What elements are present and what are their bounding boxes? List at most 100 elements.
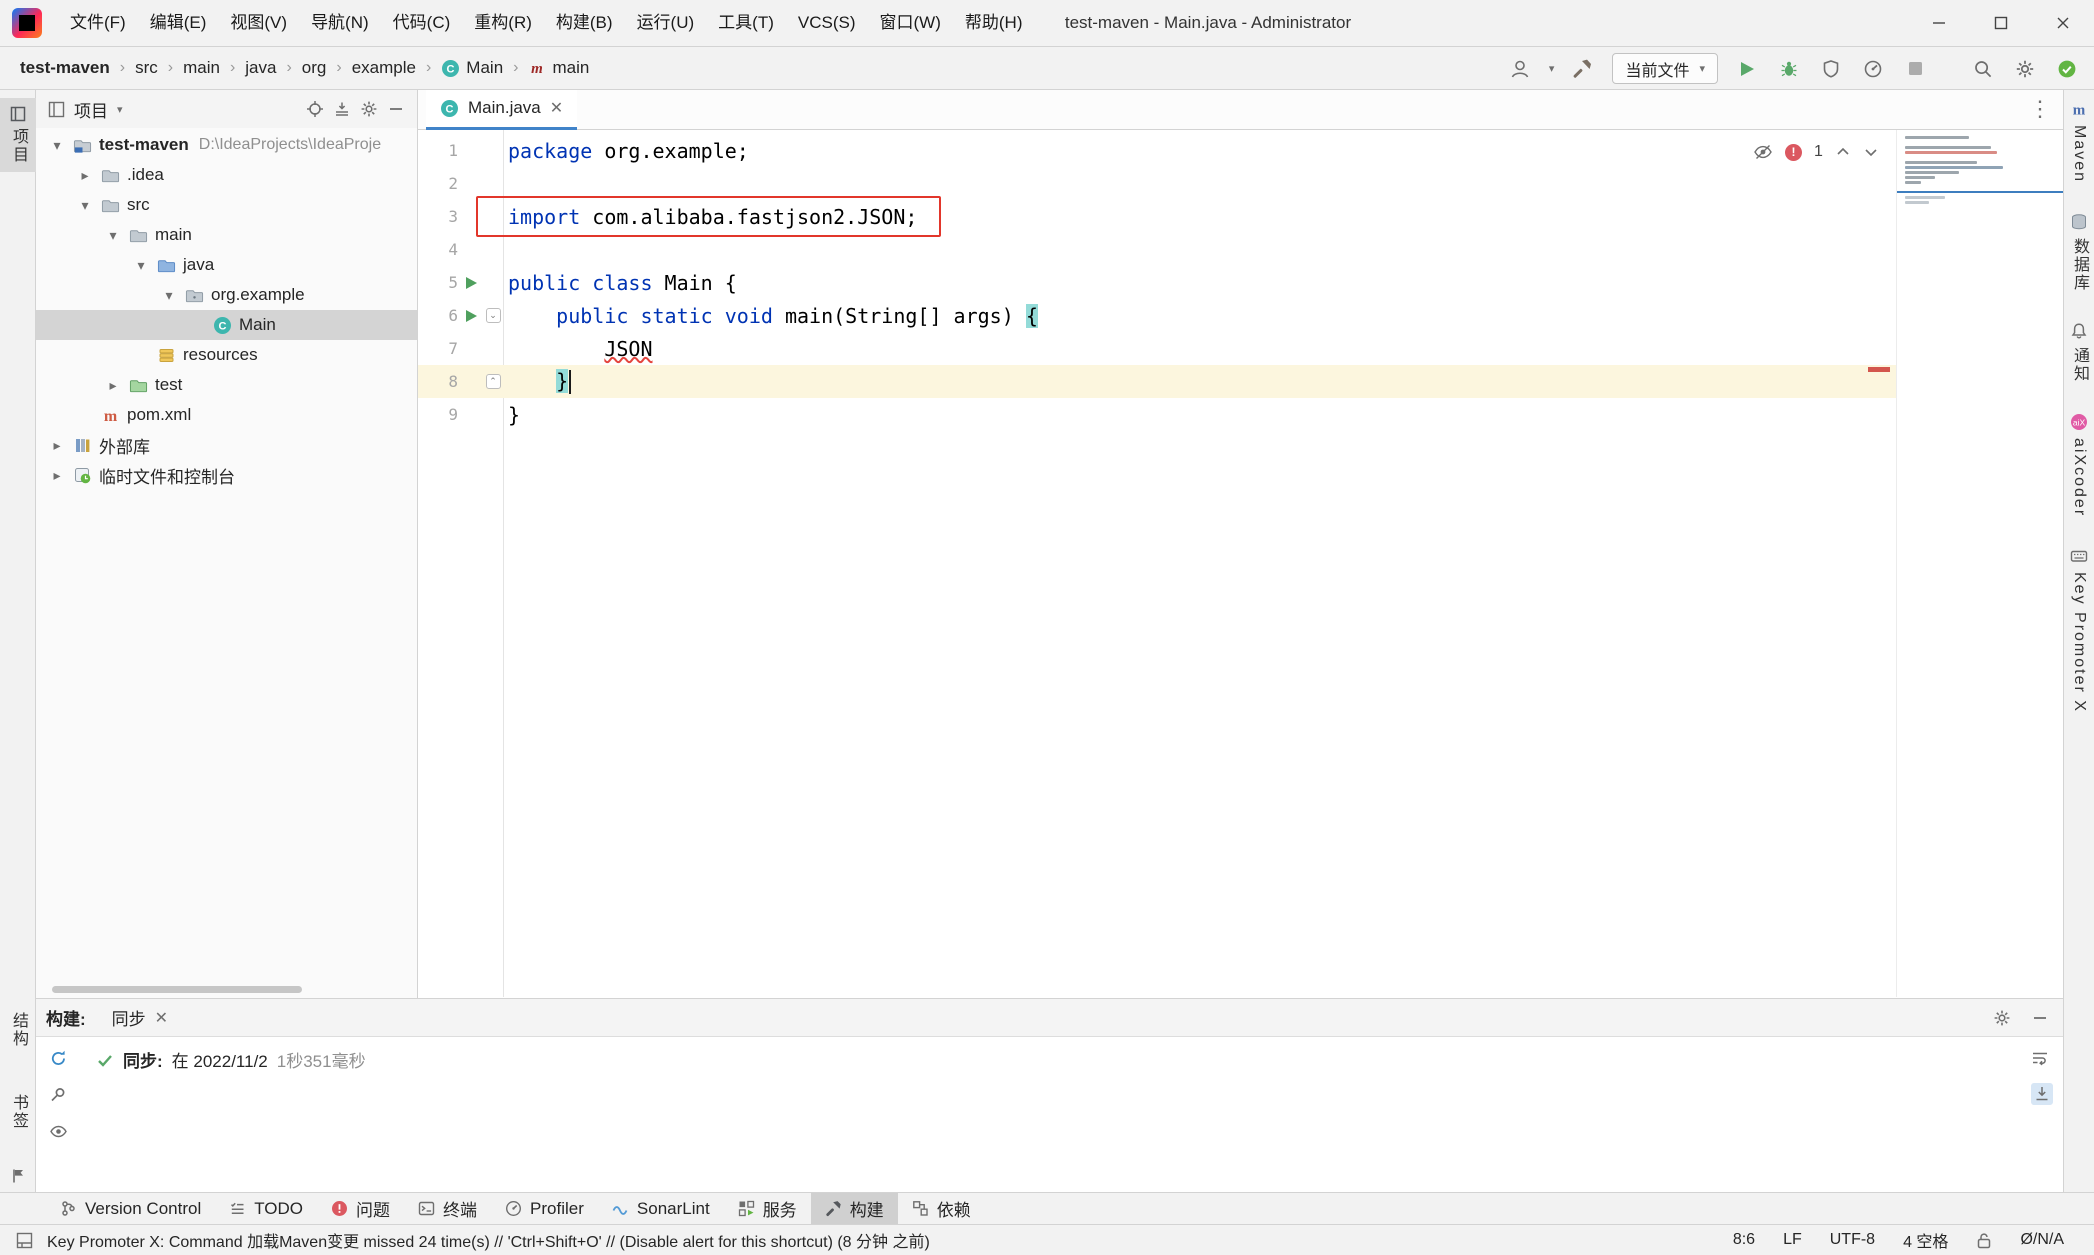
breadcrumb-item-test-maven[interactable]: test-maven [18,56,112,80]
menu-b[interactable]: 构建(B) [544,0,625,46]
code-line-1[interactable]: 1package org.example; [418,134,1896,167]
close-icon[interactable] [2032,0,2094,46]
code-line-3[interactable]: 3import com.alibaba.fastjson2.JSON; [418,200,1896,233]
tool-window-switcher-icon[interactable] [16,1232,33,1249]
inspect-eye-icon[interactable] [49,1122,68,1141]
chevron-right-icon[interactable]: ▸ [72,167,98,184]
tool-window-button-SonarLint[interactable]: SonarLint [598,1193,724,1224]
ide-update-status-icon[interactable] [2054,56,2080,82]
bookmark-flag-icon[interactable] [11,1168,26,1184]
build-hammer-icon[interactable] [1570,56,1596,82]
editor-body[interactable]: 1package org.example; 2 3import com.alibab… [418,130,2063,997]
line-number[interactable]: 9 [418,405,458,424]
tool-window-button-Key Promoter X[interactable]: Key Promoter X [2070,547,2088,713]
chevron-right-icon[interactable]: ▸ [100,377,126,394]
line-number[interactable]: 6 [418,306,458,325]
settings-gear-icon[interactable] [2012,56,2038,82]
tree-item-resources[interactable]: resources [36,340,417,370]
user-dropdown-arrow-icon[interactable]: ▾ [1549,62,1555,75]
run-configuration-select[interactable]: 当前文件 ▾ [1612,53,1718,84]
menu-h[interactable]: 帮助(H) [953,0,1035,46]
code-line-6[interactable]: 6⌄ public static void main(String[] args… [418,299,1896,332]
tree-item-Main[interactable]: CMain [36,310,417,340]
chevron-down-icon[interactable]: ▾ [72,197,98,214]
run-gutter-icon[interactable] [458,308,484,324]
line-number[interactable]: 3 [418,207,458,226]
build-settings-gear-icon[interactable] [1993,1009,2011,1027]
breadcrumb-item-main[interactable]: mmain [526,56,591,80]
line-number[interactable]: 7 [418,339,458,358]
fold-marker-icon[interactable]: ⌃ [484,374,502,389]
tree-item-org.example[interactable]: ▾org.example [36,280,417,310]
chevron-down-icon[interactable]: ▾ [128,257,154,274]
breadcrumb-item-main[interactable]: main [181,56,222,80]
build-status-row[interactable]: 同步: 在 2022/11/2 1秒351毫秒 [80,1037,396,1072]
breadcrumb-item-java[interactable]: java [243,56,278,80]
hide-tool-window-icon[interactable] [387,100,405,118]
user-account-icon[interactable] [1507,56,1533,82]
menu-f[interactable]: 文件(F) [58,0,138,46]
pin-icon[interactable] [49,1086,67,1104]
menu-w[interactable]: 窗口(W) [868,0,953,46]
hide-build-panel-icon[interactable] [2031,1009,2049,1027]
code-line-4[interactable]: 4 [418,233,1896,266]
breadcrumb-item-org[interactable]: org [300,56,329,80]
highlight-off-eye-icon[interactable] [1753,142,1773,162]
tab-options-kebab-icon[interactable]: ⋮ [2029,96,2051,122]
breadcrumb-item-Main[interactable]: CMain [439,56,505,80]
chevron-down-icon[interactable]: ▾ [44,137,70,154]
minimize-icon[interactable] [1908,0,1970,46]
next-error-chevron-icon[interactable] [1863,144,1879,160]
tree-item-外部库[interactable]: ▸外部库 [36,430,417,460]
fold-marker-icon[interactable]: ⌄ [484,308,502,323]
tree-item-java[interactable]: ▾java [36,250,417,280]
tree-item-test[interactable]: ▸test [36,370,417,400]
menu-v[interactable]: 视图(V) [218,0,299,46]
code-line-9[interactable]: 9} [418,398,1896,431]
debug-button[interactable] [1776,56,1802,82]
collapse-all-icon[interactable] [333,100,351,118]
tool-window-button-Profiler[interactable]: Profiler [491,1193,598,1224]
tree-item-pom.xml[interactable]: mpom.xml [36,400,417,430]
lock-icon[interactable] [1976,1232,1992,1249]
breadcrumb-item-example[interactable]: example [350,56,418,80]
project-view-title[interactable]: 项目 [74,97,108,122]
tool-window-button-结构[interactable]: 结构 [6,1004,30,1056]
line-number[interactable]: 5 [418,273,458,292]
chevron-down-icon[interactable]: ▾ [117,103,123,116]
breadcrumb-item-src[interactable]: src [133,56,160,80]
build-tab-close-icon[interactable]: ✕ [155,1008,168,1028]
search-everywhere-icon[interactable] [1970,56,1996,82]
previous-error-chevron-icon[interactable] [1835,144,1851,160]
tool-window-button-依赖[interactable]: 依赖 [898,1193,985,1224]
line-number[interactable]: 1 [418,141,458,160]
run-button[interactable] [1734,56,1760,82]
indent-widget[interactable]: 4 空格 [1903,1228,1948,1252]
error-badge-icon[interactable]: ! [1785,144,1802,161]
code-line-7[interactable]: 7 JSON [418,332,1896,365]
tool-window-button-服务[interactable]: 服务 [724,1193,811,1224]
chevron-right-icon[interactable]: ▸ [44,437,70,454]
run-gutter-icon[interactable] [458,275,484,291]
resync-icon[interactable] [49,1049,68,1068]
maximize-icon[interactable] [1970,0,2032,46]
encoding-widget[interactable]: UTF-8 [1830,1231,1875,1249]
chevron-down-icon[interactable]: ▾ [100,227,126,244]
status-message[interactable]: Key Promoter X: Command 加载Maven变更 missed… [47,1228,1733,1252]
tool-window-button-数据库[interactable]: 数据库 [2067,213,2091,292]
menu-t[interactable]: 工具(T) [706,0,786,46]
line-separator-widget[interactable]: LF [1783,1231,1802,1249]
chevron-right-icon[interactable]: ▸ [44,467,70,484]
line-number[interactable]: 4 [418,240,458,259]
coverage-widget[interactable]: Ø/N/A [2020,1231,2064,1249]
run-with-coverage-button[interactable] [1818,56,1844,82]
error-stripe-mark[interactable] [1868,367,1890,372]
line-number[interactable]: 2 [418,174,458,193]
menu-u[interactable]: 运行(U) [625,0,707,46]
project-options-gear-icon[interactable] [360,100,378,118]
minimap[interactable] [1896,130,2063,997]
tool-window-button-Maven[interactable]: mMaven [2070,100,2088,183]
tool-window-button-项目[interactable]: 项目 [0,98,36,172]
tool-window-button-通知[interactable]: 通知 [2067,322,2091,383]
scroll-to-end-icon[interactable] [2031,1083,2053,1105]
